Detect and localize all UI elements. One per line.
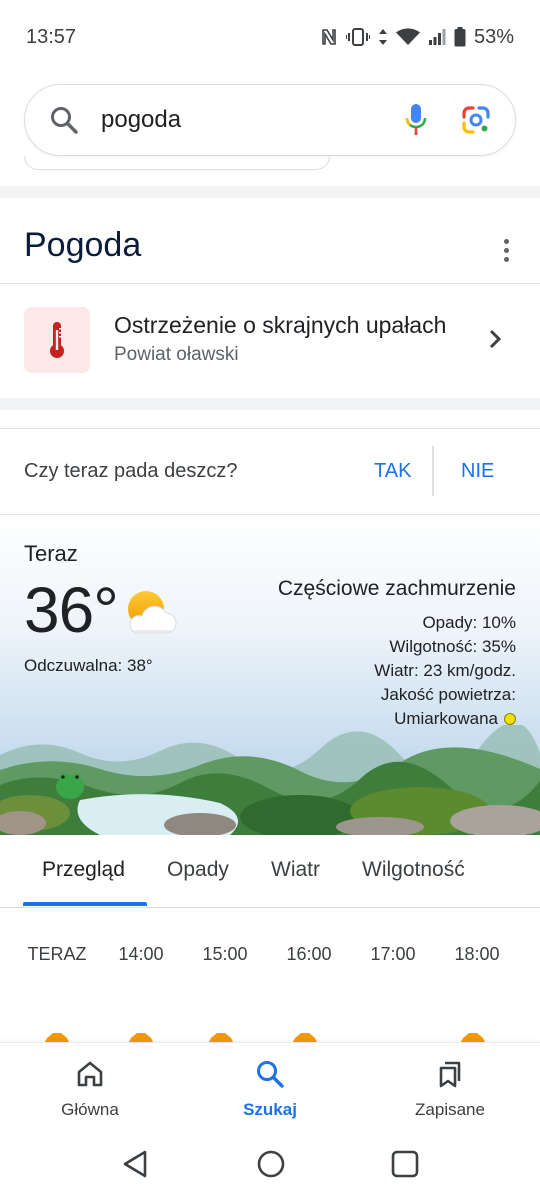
weather-tabs: Przegląd Opady Wiatr Wilgotność bbox=[0, 836, 540, 908]
current-weather: Teraz 36° Odczuwalna: 38° Częściowe zach… bbox=[0, 515, 540, 835]
humidity: Wilgotność: 35% bbox=[389, 637, 516, 656]
status-time: 13:57 bbox=[26, 25, 77, 48]
wind: Wiatr: 23 km/godz. bbox=[374, 661, 516, 680]
home-icon bbox=[75, 1059, 105, 1094]
no-button[interactable]: NIE bbox=[461, 460, 494, 483]
air-quality-label: Jakość powietrza: bbox=[380, 685, 516, 704]
landscape-illustration bbox=[0, 725, 540, 835]
microphone-icon[interactable] bbox=[405, 103, 427, 137]
signal-icon bbox=[428, 28, 446, 46]
air-quality-dot bbox=[504, 713, 516, 725]
google-lens-icon[interactable] bbox=[461, 105, 491, 135]
frog-icon bbox=[56, 773, 84, 799]
rain-feedback: Czy teraz pada deszcz? TAK NIE bbox=[0, 428, 540, 514]
hour-label: 14:00 bbox=[118, 944, 164, 964]
data-arrows-icon bbox=[378, 27, 388, 47]
thermometer-icon bbox=[24, 307, 90, 373]
nav-search-label: Szukaj bbox=[243, 1100, 297, 1119]
divider bbox=[432, 446, 434, 496]
section-divider bbox=[0, 186, 540, 198]
weather-condition: Częściowe zachmurzenie bbox=[277, 577, 516, 600]
chevron-right-icon bbox=[488, 328, 502, 355]
current-temperature: 36° bbox=[24, 574, 119, 646]
nav-home-label: Główna bbox=[61, 1100, 119, 1119]
alert-location: Powiat oławski bbox=[114, 344, 239, 365]
nav-home[interactable]: Główna bbox=[0, 1043, 180, 1133]
bookmarks-icon bbox=[435, 1059, 465, 1094]
battery-percent: 53% bbox=[473, 25, 514, 48]
card-title: Pogoda bbox=[24, 226, 142, 264]
rain-question: Czy teraz pada deszcz? bbox=[24, 460, 238, 482]
search-icon bbox=[255, 1059, 285, 1094]
tab-overview[interactable]: Przegląd bbox=[42, 858, 125, 882]
nav-search[interactable]: Szukaj bbox=[180, 1043, 360, 1133]
partly-cloudy-icon bbox=[122, 589, 178, 644]
active-tab-indicator bbox=[23, 902, 147, 906]
nav-saved-label: Zapisane bbox=[415, 1100, 485, 1119]
recents-icon[interactable] bbox=[390, 1148, 420, 1185]
more-options-icon[interactable] bbox=[494, 232, 518, 268]
wifi-icon bbox=[395, 28, 420, 46]
status-icons: 53% bbox=[320, 26, 514, 49]
battery-icon bbox=[454, 27, 466, 47]
hour-label: 15:00 bbox=[202, 944, 248, 964]
hour-label: 16:00 bbox=[286, 944, 332, 964]
search-icon bbox=[49, 105, 79, 135]
search-query[interactable]: pogoda bbox=[101, 106, 405, 134]
heat-warning-alert[interactable]: Ostrzeżenie o skrajnych upałach Powiat o… bbox=[0, 284, 540, 398]
search-bar[interactable]: pogoda bbox=[24, 84, 516, 156]
system-navigation bbox=[0, 1132, 540, 1200]
tab-wind[interactable]: Wiatr bbox=[271, 858, 320, 882]
section-divider bbox=[0, 398, 540, 410]
back-icon[interactable] bbox=[119, 1148, 151, 1185]
hour-label: TERAZ bbox=[27, 944, 87, 964]
alert-title: Ostrzeżenie o skrajnych upałach bbox=[114, 312, 447, 338]
tab-precipitation[interactable]: Opady bbox=[167, 858, 229, 882]
now-label: Teraz bbox=[24, 541, 78, 566]
hour-label: 18:00 bbox=[454, 944, 500, 964]
hour-label: 17:00 bbox=[370, 944, 416, 964]
feels-like: Odczuwalna: 38° bbox=[24, 656, 153, 675]
status-bar: 13:57 53% bbox=[0, 0, 540, 74]
tab-humidity[interactable]: Wilgotność bbox=[362, 858, 465, 882]
nav-saved[interactable]: Zapisane bbox=[360, 1043, 540, 1133]
precipitation: Opady: 10% bbox=[422, 613, 516, 632]
hourly-forecast: TERAZ 14:00 15:00 16:00 17:00 18:00 bbox=[0, 944, 540, 974]
bottom-navigation: Główna Szukaj Zapisane bbox=[0, 1042, 540, 1132]
nfc-icon bbox=[320, 27, 338, 47]
home-button-icon[interactable] bbox=[255, 1148, 287, 1185]
suggestion-chip-edge bbox=[0, 156, 540, 186]
vibrate-icon bbox=[345, 27, 370, 47]
yes-button[interactable]: TAK bbox=[374, 460, 411, 483]
